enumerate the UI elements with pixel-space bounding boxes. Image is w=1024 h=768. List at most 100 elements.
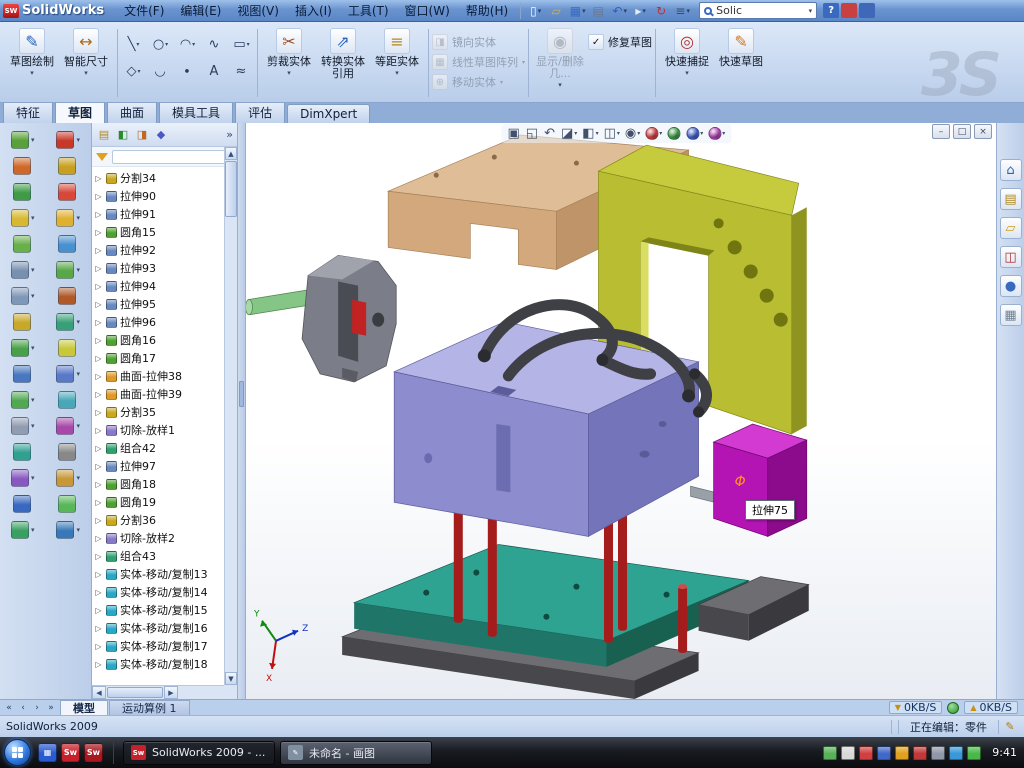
toolbar-button[interactable]: ▾ xyxy=(56,469,80,487)
toolbar-button[interactable]: ▾ xyxy=(11,521,35,539)
expand-arrow-icon[interactable]: ▷ xyxy=(94,642,103,651)
sketch-tool-icon[interactable]: A xyxy=(202,59,227,84)
menu-item[interactable]: 插入(I) xyxy=(287,0,340,22)
expand-arrow-icon[interactable]: ▷ xyxy=(94,174,103,183)
window-control-icon[interactable]: × xyxy=(974,124,992,139)
filter-funnel-icon[interactable] xyxy=(96,153,108,161)
task-pane-icon[interactable]: ⌂ xyxy=(1000,159,1022,181)
part-green-rod[interactable] xyxy=(246,290,312,315)
quick-toolbar-icon[interactable]: ▤ xyxy=(588,2,609,20)
menu-item[interactable]: 窗口(W) xyxy=(397,0,458,22)
quick-toolbar-icon[interactable]: ≡ ▾ xyxy=(672,2,693,20)
sketch-tool-icon[interactable]: ∙ xyxy=(175,59,200,84)
ribbon-big-button[interactable]: ◎ 快速捕捉 ▾ xyxy=(660,26,714,78)
toolbar-button[interactable] xyxy=(58,391,78,409)
view-tool-icon[interactable]: ◉▾ xyxy=(625,126,640,141)
quick-toolbar-icon[interactable]: ↻ xyxy=(651,2,672,20)
expand-arrow-icon[interactable]: ▷ xyxy=(94,462,103,471)
tree-item[interactable]: ▷ 拉伸92 xyxy=(94,241,224,259)
tree-item[interactable]: ▷ 拉伸96 xyxy=(94,313,224,331)
tree-item[interactable]: ▷ 拉伸91 xyxy=(94,205,224,223)
task-pane-icon[interactable]: ▦ xyxy=(1000,304,1022,326)
quick-launch-icon[interactable]: Sw xyxy=(61,743,80,762)
task-pane-icon[interactable]: ● xyxy=(1000,275,1022,297)
part-mold-purple[interactable] xyxy=(394,322,698,537)
search-caret-icon[interactable]: ▾ xyxy=(809,7,813,15)
toolbar-button[interactable] xyxy=(58,287,78,305)
scrollbar-thumb[interactable] xyxy=(225,161,237,217)
toolbar-button[interactable]: ▾ xyxy=(56,521,80,539)
expand-arrow-icon[interactable]: ▷ xyxy=(94,570,103,579)
tray-icon[interactable] xyxy=(913,746,927,760)
start-button[interactable] xyxy=(4,739,31,766)
expand-arrow-icon[interactable]: ▷ xyxy=(94,552,103,561)
toolbar-button[interactable] xyxy=(13,183,33,201)
scroll-left-icon[interactable]: ◀ xyxy=(92,686,106,699)
expand-arrow-icon[interactable]: ▷ xyxy=(94,516,103,525)
view-tool-icon[interactable]: ◫▾ xyxy=(604,126,620,141)
appearance-sphere-icon[interactable]: ▾ xyxy=(645,127,662,140)
sketch-tool-icon[interactable]: ╲▾ xyxy=(121,32,146,57)
ribbon-big-button[interactable]: ✂ 剪裁实体 ▾ xyxy=(262,26,316,78)
tree-item[interactable]: ▷ 拉伸97 xyxy=(94,457,224,475)
ribbon-big-button[interactable]: ↔ 智能尺寸 ▾ xyxy=(59,26,113,78)
expand-arrow-icon[interactable]: ▷ xyxy=(94,534,103,543)
quick-toolbar-icon[interactable]: ▦ ▾ xyxy=(567,2,588,20)
appearance-sphere-icon[interactable] xyxy=(667,127,681,140)
expand-arrow-icon[interactable]: ▷ xyxy=(94,426,103,435)
tab-nav-icon[interactable]: « xyxy=(2,703,16,713)
expand-arrow-icon[interactable]: ▷ xyxy=(94,444,103,453)
tree-item[interactable]: ▷ 分割36 xyxy=(94,511,224,529)
tab-nav-icon[interactable]: › xyxy=(30,703,44,713)
task-pane-icon[interactable]: ◫ xyxy=(1000,246,1022,268)
tree-item[interactable]: ▷ 组合43 xyxy=(94,547,224,565)
expand-arrow-icon[interactable]: ▷ xyxy=(94,336,103,345)
toolbar-button[interactable] xyxy=(58,157,78,175)
expand-arrow-icon[interactable]: ▷ xyxy=(94,192,103,201)
manager-tab-icon[interactable]: ◧ xyxy=(115,127,131,143)
tree-item[interactable]: ▷ 拉伸95 xyxy=(94,295,224,313)
toolbar-button[interactable]: ▾ xyxy=(56,261,80,279)
expand-arrow-icon[interactable]: ▷ xyxy=(94,408,103,417)
tree-filter-input[interactable] xyxy=(112,150,233,164)
scroll-right-icon[interactable]: ▶ xyxy=(164,686,178,699)
expand-arrow-icon[interactable]: ▷ xyxy=(94,228,103,237)
toolbar-button[interactable]: ▾ xyxy=(11,417,35,435)
expand-arrow-icon[interactable]: ▷ xyxy=(94,390,103,399)
command-manager-tab[interactable]: 曲面 xyxy=(107,101,157,123)
expand-arrow-icon[interactable]: ▷ xyxy=(94,372,103,381)
expand-arrow-icon[interactable]: ▷ xyxy=(94,300,103,309)
tray-icon[interactable] xyxy=(823,746,837,760)
menu-item[interactable]: 视图(V) xyxy=(229,0,287,22)
ribbon-small-button[interactable]: ▦ 线性草图阵列 ▾ xyxy=(432,54,525,70)
quick-toolbar-icon[interactable]: ▱ xyxy=(546,2,567,20)
window-control-icon[interactable]: – xyxy=(932,124,950,139)
toolbar-button[interactable]: ▾ xyxy=(56,365,80,383)
tree-item[interactable]: ▷ 拉伸93 xyxy=(94,259,224,277)
toolbar-button[interactable] xyxy=(13,157,33,175)
tree-item[interactable]: ▷ 切除-放样1 xyxy=(94,421,224,439)
command-manager-tab[interactable]: 特征 xyxy=(3,101,53,123)
tree-item[interactable]: ▷ 圆角15 xyxy=(94,223,224,241)
view-tool-icon[interactable]: ▣ xyxy=(507,126,520,141)
tree-item[interactable]: ▷ 实体-移动/复制14 xyxy=(94,583,224,601)
tree-item[interactable]: ▷ 圆角19 xyxy=(94,493,224,511)
titlebar-extra-icon[interactable] xyxy=(841,3,857,18)
task-pane-icon[interactable]: ▱ xyxy=(1000,217,1022,239)
sketch-tool-icon[interactable]: ◇▾ xyxy=(121,59,146,84)
toolbar-button[interactable] xyxy=(58,339,78,357)
ribbon-small-button[interactable]: ◨ 镜向实体 xyxy=(432,34,525,50)
scroll-down-icon[interactable]: ▼ xyxy=(225,672,237,685)
quick-toolbar-icon[interactable]: ↶ ▾ xyxy=(609,2,630,20)
tree-item[interactable]: ▷ 曲面-拉伸38 xyxy=(94,367,224,385)
menu-item[interactable]: 帮助(H) xyxy=(458,0,516,22)
expand-arrow-icon[interactable]: ▷ xyxy=(94,606,103,615)
tree-item[interactable]: ▷ 实体-移动/复制13 xyxy=(94,565,224,583)
tree-item[interactable]: ▷ 圆角16 xyxy=(94,331,224,349)
toolbar-button[interactable] xyxy=(13,235,33,253)
tree-item[interactable]: ▷ 实体-移动/复制18 xyxy=(94,655,224,673)
expand-arrow-icon[interactable]: ▷ xyxy=(94,480,103,489)
tree-item[interactable]: ▷ 圆角18 xyxy=(94,475,224,493)
graphics-viewport[interactable]: Φ Y Z X xyxy=(246,123,996,699)
expand-arrow-icon[interactable]: ▷ xyxy=(94,624,103,633)
